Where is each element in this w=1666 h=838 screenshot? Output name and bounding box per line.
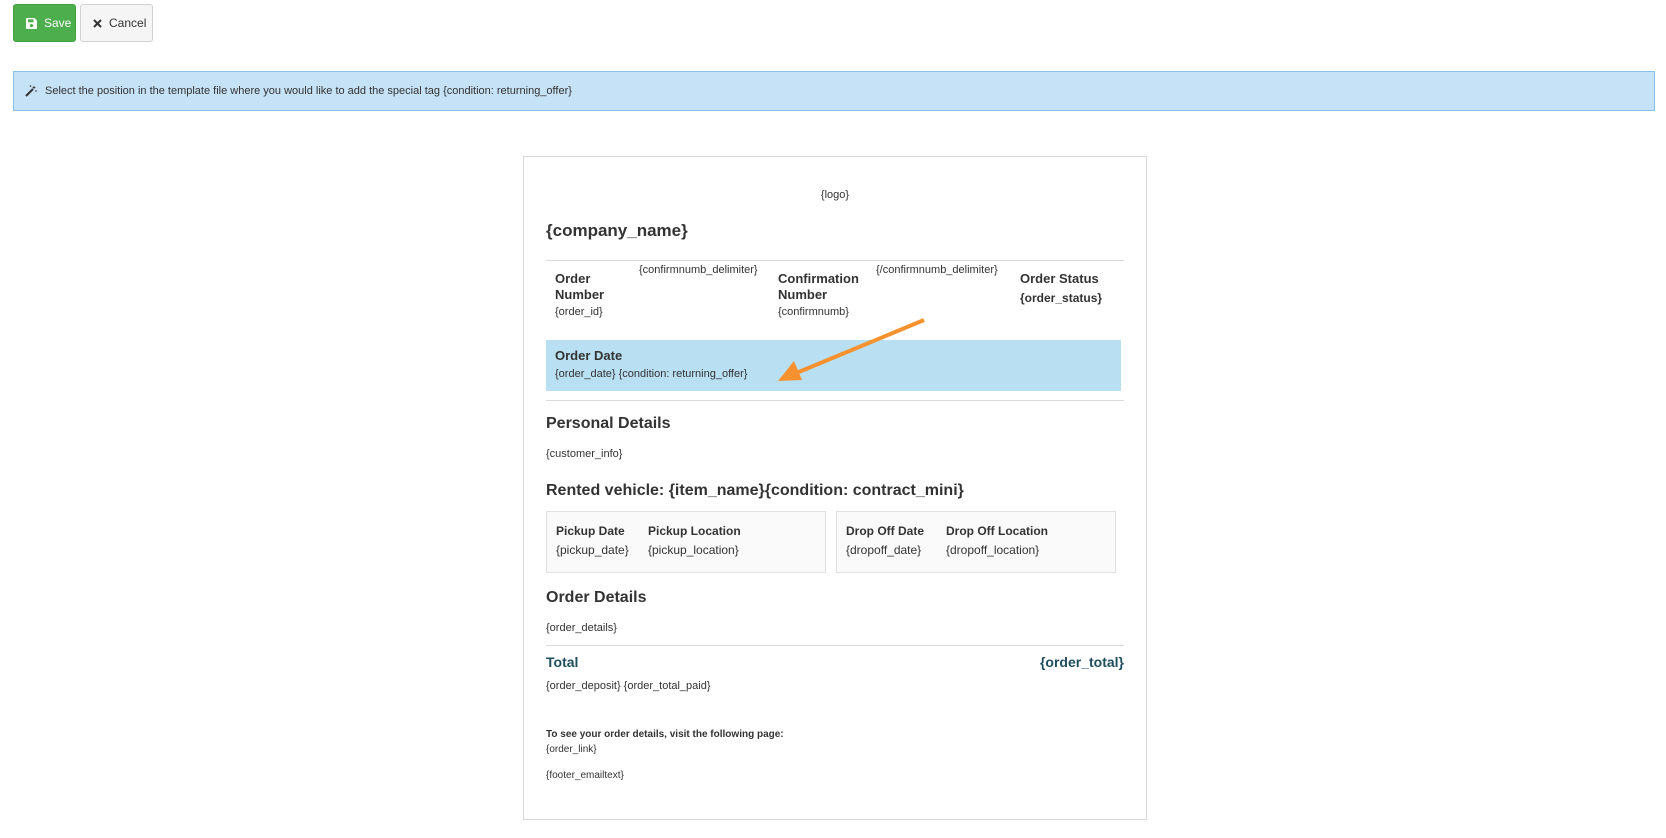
order-details-title: Order Details xyxy=(546,589,647,606)
order-status-label: Order Status xyxy=(1020,271,1099,286)
close-icon xyxy=(93,18,102,28)
cancel-button[interactable]: Cancel xyxy=(80,4,153,42)
logo-tag[interactable]: {logo} xyxy=(546,189,1124,201)
pickup-location-tag[interactable]: {pickup_location} xyxy=(648,543,739,557)
customer-info-tag[interactable]: {customer_info} xyxy=(546,448,622,460)
order-total-tag[interactable]: {order_total} xyxy=(1040,654,1124,670)
save-button[interactable]: Save xyxy=(13,4,76,42)
confirmnumb-delimiter-close-tag[interactable]: {/confirmnumb_delimiter} xyxy=(876,264,998,276)
order-date-tag[interactable]: {order_date} {condition: returning_offer… xyxy=(555,368,747,380)
info-message-bar: Select the position in the template file… xyxy=(13,71,1655,111)
confirmnumb-delimiter-open-tag[interactable]: {confirmnumb_delimiter} xyxy=(639,264,758,276)
order-link-tag[interactable]: {order_link} xyxy=(546,744,597,755)
divider xyxy=(546,645,1124,646)
dropoff-location-tag[interactable]: {dropoff_location} xyxy=(946,543,1039,557)
arrow-annotation-icon xyxy=(778,318,925,381)
dropoff-box: Drop Off Date {dropoff_date} Drop Off Lo… xyxy=(836,511,1116,573)
footer-emailtext-tag[interactable]: {footer_emailtext} xyxy=(546,770,624,781)
pickup-location-label: Pickup Location xyxy=(648,524,741,538)
order-details-tag[interactable]: {order_details} xyxy=(546,622,617,634)
info-message-text: Select the position in the template file… xyxy=(45,85,572,97)
template-document: {logo} {company_name} Order Number {orde… xyxy=(523,156,1147,820)
order-date-label: Order Date xyxy=(555,348,623,363)
confirmation-number-label: Confirmation Number xyxy=(778,271,859,302)
save-label: Save xyxy=(44,16,72,30)
order-status-tag[interactable]: {order_status} xyxy=(1020,290,1102,306)
dropoff-date-tag[interactable]: {dropoff_date} xyxy=(846,543,921,557)
company-name-tag[interactable]: {company_name} xyxy=(546,221,688,241)
deposit-paid-tag[interactable]: {order_deposit} {order_total_paid} xyxy=(546,680,711,692)
toolbar: Save Cancel xyxy=(13,4,153,42)
order-id-tag[interactable]: {order_id} xyxy=(555,306,603,318)
order-number-label: Order Number xyxy=(555,271,605,302)
cancel-label: Cancel xyxy=(109,16,147,30)
total-label: Total xyxy=(546,654,579,670)
magic-wand-icon xyxy=(25,85,37,97)
pickup-date-tag[interactable]: {pickup_date} xyxy=(556,543,629,557)
dropoff-date-label: Drop Off Date xyxy=(846,524,924,538)
pickup-date-label: Pickup Date xyxy=(556,524,625,538)
divider xyxy=(546,260,1124,261)
pickup-box: Pickup Date {pickup_date} Pickup Locatio… xyxy=(546,511,826,573)
personal-details-title: Personal Details xyxy=(546,415,671,432)
rented-vehicle-title[interactable]: Rented vehicle: {item_name}{condition: c… xyxy=(546,482,964,500)
divider xyxy=(546,400,1124,401)
visit-text: To see your order details, visit the fol… xyxy=(546,729,784,740)
dropoff-location-label: Drop Off Location xyxy=(946,524,1048,538)
save-icon xyxy=(26,17,37,29)
